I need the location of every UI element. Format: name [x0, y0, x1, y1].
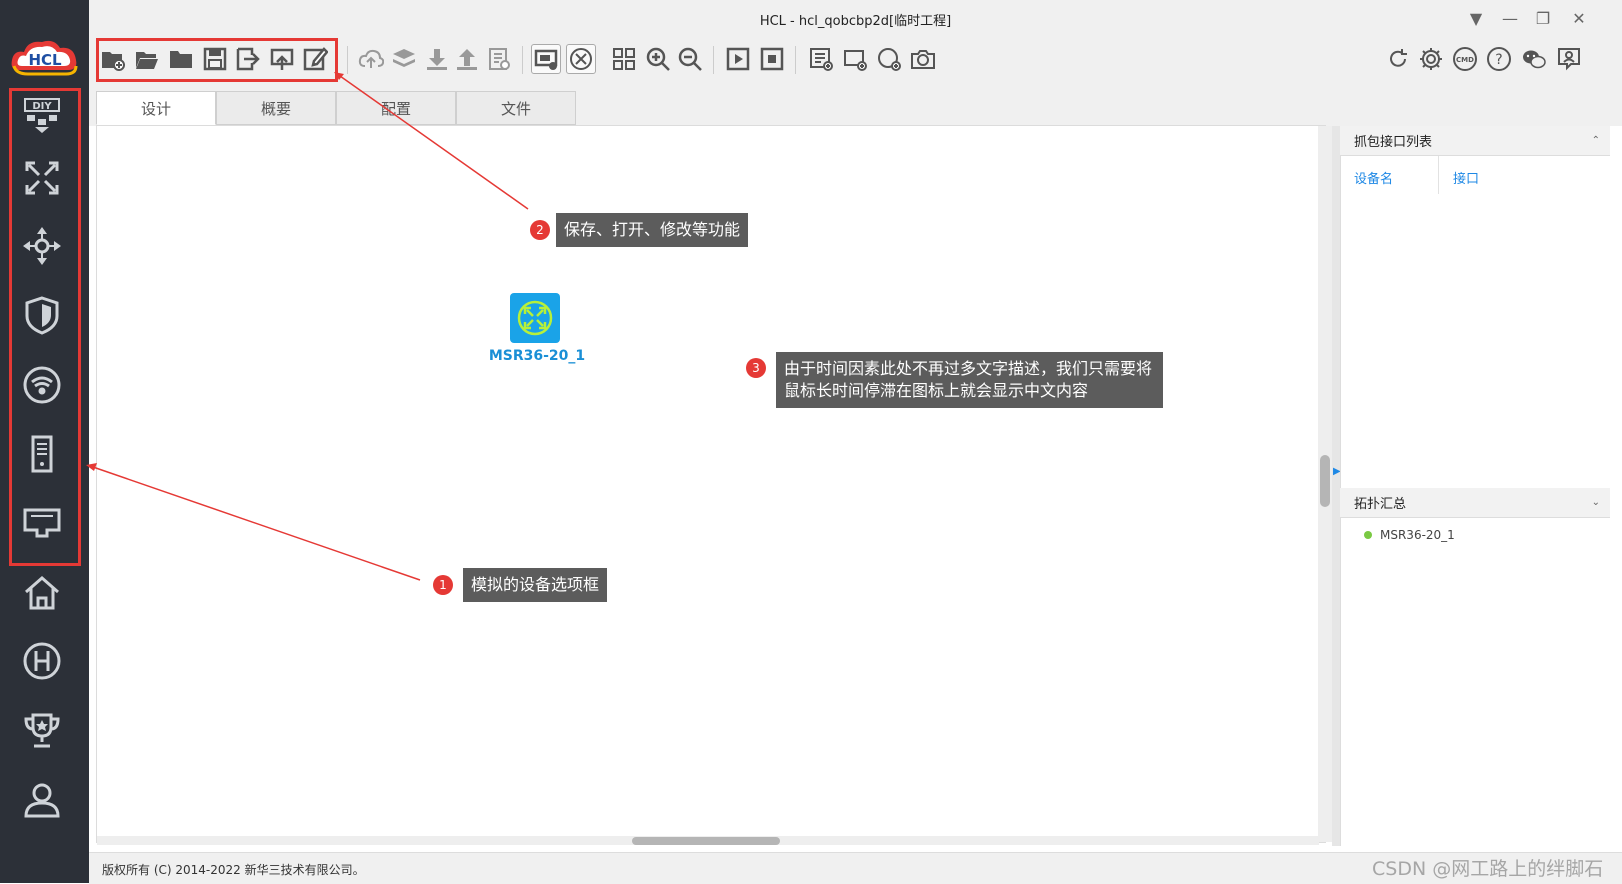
collapse-icon[interactable]: ⌃	[1592, 135, 1600, 146]
horizontal-scroll-thumb[interactable]	[632, 837, 780, 845]
zoom-in-icon[interactable]	[643, 44, 673, 74]
tab-label: 设计	[140, 99, 171, 118]
toolbar-separator	[795, 46, 796, 74]
wechat-icon[interactable]	[1519, 44, 1549, 74]
toolbar-separator	[713, 46, 714, 74]
tab-config[interactable]: 配置	[336, 91, 456, 125]
right-panel	[1340, 126, 1611, 846]
column-interface[interactable]: 接口	[1453, 168, 1479, 187]
vertical-scroll-thumb[interactable]	[1320, 455, 1330, 507]
callout-line: 鼠标长时间停滞在图标上就会显示中文内容	[784, 381, 1089, 400]
show-label-icon[interactable]	[531, 44, 561, 74]
restore-button[interactable]: ❐	[1531, 6, 1555, 30]
start-device-icon[interactable]	[723, 44, 753, 74]
callout-line: 由于时间因素此处不再过多文字描述，我们只需要将	[784, 359, 1153, 378]
hcl-logo: HCL	[8, 36, 80, 78]
minimize-button[interactable]: —	[1498, 6, 1522, 30]
cmd-console-icon[interactable]: CMD	[1450, 44, 1480, 74]
callout-device-options: 模拟的设备选项框	[463, 568, 608, 602]
callout-tooltip-hint: 由于时间因素此处不再过多文字描述，我们只需要将 鼠标长时间停滞在图标上就会显示中…	[776, 352, 1163, 408]
svg-text:?: ?	[1495, 52, 1502, 68]
dropdown-menu-icon[interactable]: ▼	[1464, 6, 1488, 30]
toolbar-separator	[522, 46, 523, 74]
topology-panel-header[interactable]: 拓扑汇总 ⌄	[1340, 488, 1610, 518]
camera-icon[interactable]	[908, 44, 938, 74]
close-button[interactable]: ✕	[1567, 6, 1591, 30]
help-icon[interactable]: ?	[1484, 44, 1514, 74]
window-title: HCL - hcl_qobcbp2d[临时工程]	[759, 14, 952, 29]
device-label[interactable]: MSR36-20_1	[482, 348, 592, 364]
home-icon[interactable]	[12, 565, 72, 621]
panel-splitter[interactable]: ▶	[1332, 126, 1341, 846]
log-document-icon[interactable]	[484, 44, 514, 74]
svg-text:CMD: CMD	[1456, 56, 1474, 64]
router-device-icon	[517, 300, 553, 336]
trophy-icon[interactable]	[12, 702, 72, 758]
add-ellipse-icon[interactable]	[874, 44, 904, 74]
tab-label: 配置	[380, 99, 411, 118]
column-device-name[interactable]: 设备名	[1354, 168, 1393, 187]
expand-icon[interactable]: ⌄	[1592, 497, 1600, 508]
sidebar-highlight-box	[9, 88, 81, 566]
topology-item-label: MSR36-20_1	[1380, 528, 1455, 542]
zoom-out-icon[interactable]	[675, 44, 705, 74]
show-interface-icon[interactable]	[566, 44, 596, 74]
capture-panel-title: 抓包接口列表	[1354, 135, 1433, 150]
stop-device-icon[interactable]	[757, 44, 787, 74]
add-list-icon[interactable]	[806, 44, 836, 74]
download-icon[interactable]	[422, 44, 452, 74]
column-divider	[1438, 156, 1439, 194]
refresh-icon[interactable]	[1383, 44, 1413, 74]
tab-label: 概要	[260, 99, 291, 118]
callout-badge-1: 1	[433, 575, 453, 595]
callout-badge-3: 3	[746, 358, 766, 378]
cloud-upload-icon[interactable]	[356, 44, 386, 74]
capture-panel-header[interactable]: 抓包接口列表 ⌃	[1340, 126, 1610, 156]
callout-save-open: 保存、打开、修改等功能	[556, 213, 749, 247]
toolbar-highlight-box	[96, 38, 338, 82]
status-dot	[1364, 531, 1372, 539]
topology-panel-title: 拓扑汇总	[1354, 497, 1407, 512]
h-logo-icon[interactable]	[12, 633, 72, 689]
callout-badge-2: 2	[530, 220, 550, 240]
add-rectangle-icon[interactable]	[840, 44, 870, 74]
router-device-node[interactable]	[510, 293, 560, 343]
tab-overview[interactable]: 概要	[216, 91, 336, 125]
upload-icon[interactable]	[452, 44, 482, 74]
feedback-icon[interactable]	[1554, 44, 1584, 74]
topology-list-item[interactable]: MSR36-20_1	[1364, 528, 1455, 542]
grid-view-icon[interactable]	[609, 44, 639, 74]
copyright-text: 版权所有 (C) 2014-2022 新华三技术有限公司。	[102, 863, 365, 877]
tab-files[interactable]: 文件	[456, 91, 576, 125]
tab-design[interactable]: 设计	[96, 91, 216, 125]
layers-icon[interactable]	[389, 44, 419, 74]
csdn-watermark: CSDN @网工路上的绊脚石	[1372, 858, 1604, 880]
tab-label: 文件	[500, 99, 531, 118]
settings-gear-icon[interactable]	[1416, 44, 1446, 74]
svg-text:HCL: HCL	[28, 51, 62, 69]
user-icon[interactable]	[12, 772, 72, 828]
title-bar: HCL - hcl_qobcbp2d[临时工程]	[89, 0, 1622, 36]
toolbar-separator	[347, 46, 348, 74]
